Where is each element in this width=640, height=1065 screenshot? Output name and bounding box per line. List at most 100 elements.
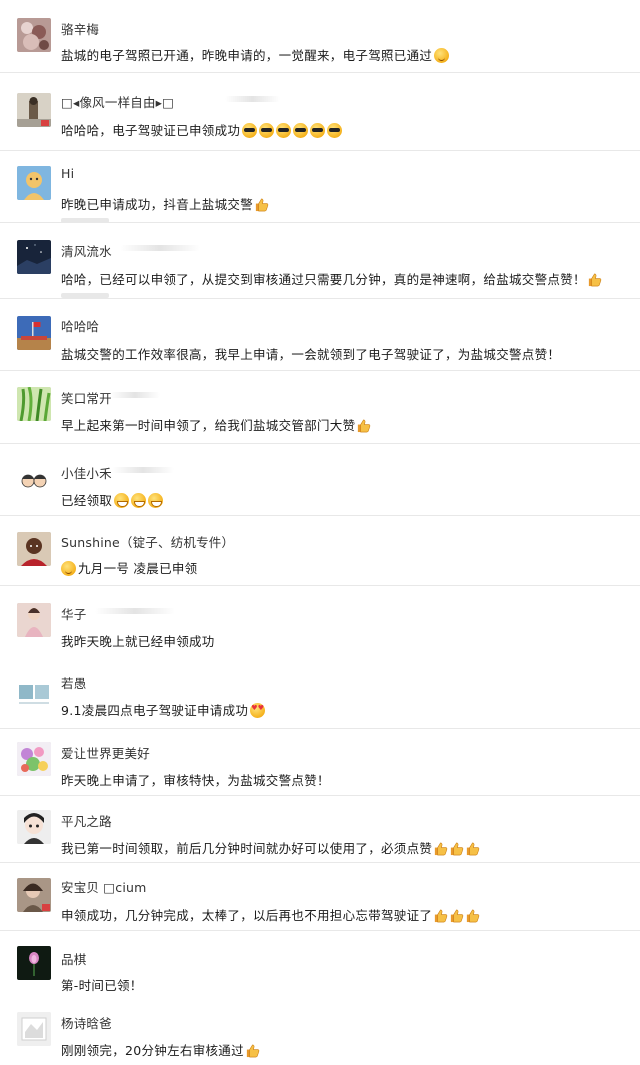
avatar[interactable]: [17, 166, 51, 200]
commenter-name[interactable]: 若愚: [61, 673, 86, 692]
comment-text-content: 哈哈哈，电子驾驶证已申领成功: [61, 123, 241, 138]
divider: [0, 443, 640, 444]
commenter-name[interactable]: 哈哈哈: [61, 316, 99, 335]
avatar[interactable]: [17, 93, 51, 127]
sunglasses-emoji-icon: [293, 123, 309, 138]
blurred-label: [120, 245, 200, 251]
commenter-name[interactable]: 清风流水: [61, 241, 112, 260]
comment-text: 昨天晚上申请了，审核特快，为盐城交警点赞！: [61, 770, 330, 789]
comment-text-content: 申领成功，几分钟完成，太棒了，以后再也不用担心忘带驾驶证了: [61, 908, 433, 923]
thumbs-up-icon: [245, 1043, 260, 1058]
grin-emoji-icon: [148, 493, 164, 508]
comment-text: 哈哈，已经可以申领了，从提交到审核通过只需要几分钟，真的是神速啊，给盐城交警点赞…: [61, 269, 602, 288]
comment-text: 九月一号 凌晨已申领: [61, 558, 197, 577]
avatar[interactable]: [17, 878, 51, 912]
grin-emoji-icon: [114, 493, 130, 508]
comment-text-content: 哈哈，已经可以申领了，从提交到审核通过只需要几分钟，真的是神速啊，给盐城交警点赞…: [61, 272, 586, 287]
avatar[interactable]: [17, 532, 51, 566]
comment-text: 已经领取: [61, 490, 164, 509]
comment-text-content: 9.1凌晨四点电子驾驶证申请成功: [61, 703, 249, 718]
commenter-name[interactable]: 安宝贝 □cium: [61, 877, 147, 896]
avatar[interactable]: [17, 240, 51, 274]
avatar[interactable]: [17, 387, 51, 421]
commenter-name[interactable]: 笑口常开: [61, 388, 112, 407]
commenter-name[interactable]: 华子: [61, 604, 86, 623]
sunglasses-emoji-icon: [259, 123, 275, 138]
commenter-name[interactable]: Hi: [61, 166, 74, 181]
commenter-name[interactable]: 爱让世界更美好: [61, 743, 150, 762]
thumbs-up-icon: [449, 908, 464, 923]
thumbs-up-icon: [465, 841, 480, 856]
divider: [0, 298, 640, 299]
avatar[interactable]: [17, 1012, 51, 1046]
thumbs-up-icon: [433, 841, 448, 856]
blurred-label: [112, 467, 174, 473]
thumbs-up-icon: [587, 272, 602, 287]
comment-text-content: 我已第一时间领取，前后几分钟时间就办好可以使用了，必须点赞: [61, 841, 433, 856]
comment-text: 申领成功，几分钟完成，太棒了，以后再也不用担心忘带驾驶证了: [61, 905, 480, 924]
divider: [0, 370, 640, 371]
comment-text-content: 盐城交警的工作效率很高，我早上申请，一会就领到了电子驾驶证了，为盐城交警点赞！: [61, 347, 561, 362]
divider: [0, 222, 640, 223]
divider: [0, 930, 640, 931]
thumbs-up-icon: [356, 418, 371, 433]
comment-text-content: 九月一号 凌晨已申领: [78, 561, 198, 576]
commenter-name[interactable]: 杨诗晗爸: [61, 1013, 112, 1032]
blurred-label: [225, 96, 280, 102]
commenter-name[interactable]: 骆辛梅: [61, 19, 99, 38]
heart-eyes-emoji-icon: [250, 703, 266, 718]
divider: [0, 862, 640, 863]
comment-text-content: 早上起来第一时间申领了，给我们盐城交管部门大赞: [61, 418, 356, 433]
comment-text-content: 昨晚已申请成功，抖音上盐城交警: [61, 197, 254, 212]
sunglasses-emoji-icon: [327, 123, 343, 138]
comment-text: 盐城的电子驾照已开通，昨晚申请的，一觉醒来，电子驾照已通过: [61, 45, 450, 64]
sunglasses-emoji-icon: [242, 123, 258, 138]
divider: [0, 515, 640, 516]
comment-text-content: 昨天晚上申请了，审核特快，为盐城交警点赞！: [61, 773, 330, 788]
avatar[interactable]: [17, 462, 51, 496]
divider: [0, 795, 640, 796]
comment-text: 我已第一时间领取，前后几分钟时间就办好可以使用了，必须点赞: [61, 838, 480, 857]
smile-emoji-icon: [61, 561, 76, 576]
avatar[interactable]: [17, 946, 51, 980]
avatar[interactable]: [17, 742, 51, 776]
thumbs-up-icon: [465, 908, 480, 923]
comment-text: 早上起来第一时间申领了，给我们盐城交管部门大赞: [61, 415, 371, 434]
sunglasses-emoji-icon: [276, 123, 292, 138]
avatar[interactable]: [17, 603, 51, 637]
blurred-label: [95, 608, 175, 614]
comment-text: 第-时间已领！: [61, 975, 143, 994]
smile-emoji-icon: [434, 48, 450, 63]
divider: [0, 72, 640, 73]
comment-text: 刚刚领完，20分钟左右审核通过: [61, 1040, 260, 1059]
comment-text-content: 我昨天晚上就已经申领成功: [61, 634, 215, 649]
divider: [0, 728, 640, 729]
thumbs-up-icon: [254, 197, 269, 212]
divider: [0, 150, 640, 151]
blurred-label: [110, 392, 160, 398]
thumbs-up-icon: [433, 908, 448, 923]
avatar[interactable]: [17, 316, 51, 350]
comment-text-content: 盐城的电子驾照已开通，昨晚申请的，一觉醒来，电子驾照已通过: [61, 48, 433, 63]
commenter-name[interactable]: □◂像风一样自由▸□: [61, 92, 174, 111]
comment-list: 骆辛梅 盐城的电子驾照已开通，昨晚申请的，一觉醒来，电子驾照已通过 □◂像风一样…: [0, 0, 640, 1065]
comment-text: 9.1凌晨四点电子驾驶证申请成功: [61, 700, 266, 719]
thumbs-up-icon: [449, 841, 464, 856]
comment-text-content: 已经领取: [61, 493, 113, 508]
avatar[interactable]: [17, 810, 51, 844]
comment-text: 盐城交警的工作效率很高，我早上申请，一会就领到了电子驾驶证了，为盐城交警点赞！: [61, 344, 560, 363]
grin-emoji-icon: [131, 493, 147, 508]
comment-text: 哈哈哈，电子驾驶证已申领成功: [61, 120, 343, 139]
divider: [0, 585, 640, 586]
commenter-name[interactable]: Sunshine（锭子、纺机专件）: [61, 532, 234, 551]
avatar[interactable]: [17, 675, 51, 709]
commenter-name[interactable]: 平凡之路: [61, 811, 112, 830]
commenter-name[interactable]: 品棋: [61, 949, 86, 968]
commenter-name[interactable]: 小佳小禾: [61, 463, 112, 482]
comment-text-content: 刚刚领完，20分钟左右审核通过: [61, 1043, 244, 1058]
comment-text-content: 第-时间已领！: [61, 978, 143, 993]
comment-text: 昨晚已申请成功，抖音上盐城交警: [61, 194, 269, 213]
comment-text: 我昨天晚上就已经申领成功: [61, 631, 215, 650]
sunglasses-emoji-icon: [310, 123, 326, 138]
avatar[interactable]: [17, 18, 51, 52]
